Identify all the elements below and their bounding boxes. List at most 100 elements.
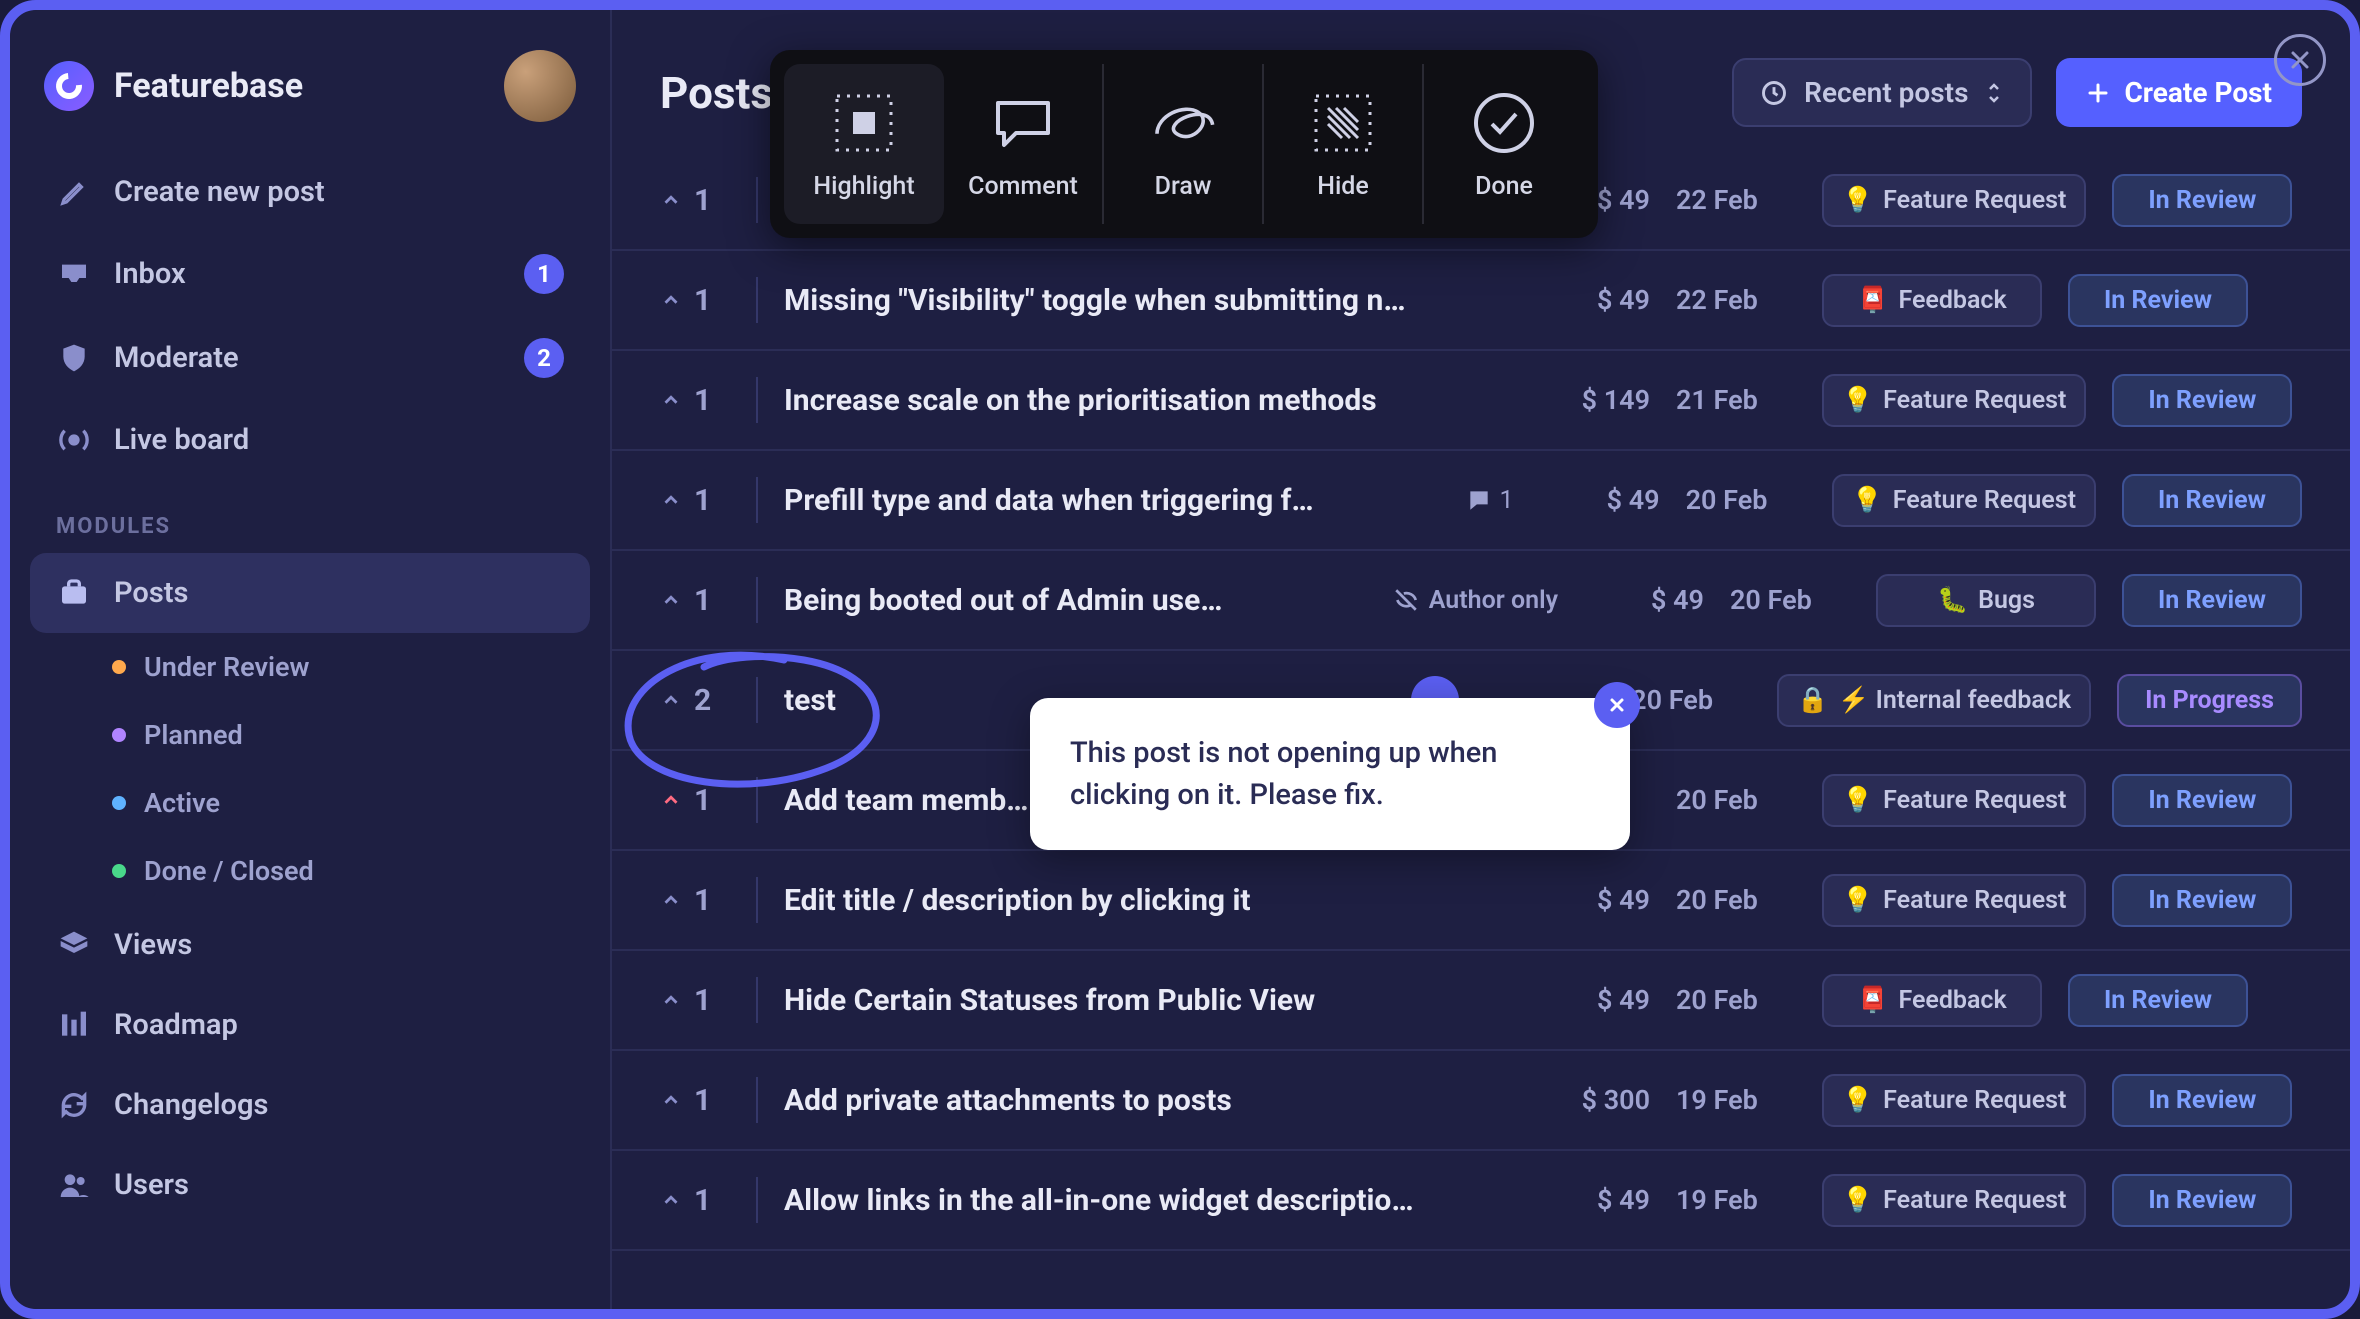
chevron-up-icon <box>660 289 682 311</box>
sidebar-item-views[interactable]: Views <box>30 905 590 985</box>
post-date: 20 Feb <box>1686 484 1806 516</box>
clock-icon <box>1760 79 1788 107</box>
create-post-button[interactable]: Create Post <box>2056 58 2302 127</box>
anno-hide[interactable]: Hide <box>1264 64 1424 224</box>
vote-control[interactable]: 1 <box>660 483 730 518</box>
post-status[interactable]: In Progress <box>2117 674 2302 727</box>
post-tag[interactable]: 💡Feature Request <box>1822 174 2086 227</box>
sidebar-sub-planned[interactable]: Planned <box>30 701 590 769</box>
tag-label: Feedback <box>1898 286 2006 315</box>
vote-count: 2 <box>694 683 711 718</box>
post-title: Hide Certain Statuses from Public View <box>784 983 1504 1018</box>
vote-control[interactable]: 1 <box>660 283 730 318</box>
sidebar-item-live-board[interactable]: Live board <box>30 400 590 480</box>
anno-done[interactable]: Done <box>1424 64 1584 224</box>
vote-control[interactable]: 1 <box>660 883 730 918</box>
anno-highlight[interactable]: Highlight <box>784 64 944 224</box>
chevron-up-icon <box>660 789 682 811</box>
create-new-post[interactable]: Create new post <box>30 152 590 232</box>
sidebar-item-users[interactable]: Users <box>30 1145 590 1225</box>
post-tag[interactable]: 💡Feature Request <box>1822 874 2086 927</box>
post-status[interactable]: In Review <box>2112 874 2292 927</box>
shield-icon <box>56 340 92 376</box>
post-status[interactable]: In Review <box>2068 274 2248 327</box>
vote-control[interactable]: 1 <box>660 783 730 818</box>
sidebar-item-inbox[interactable]: Inbox 1 <box>30 232 590 316</box>
modules-label: MODULES <box>30 480 590 553</box>
post-row[interactable]: 1 Add private attachments to posts $ 300… <box>612 1051 2350 1151</box>
chevron-up-icon <box>660 189 682 211</box>
post-row[interactable]: 1 Allow links in the all-in-one widget d… <box>612 1151 2350 1251</box>
post-tag[interactable]: 💡Feature Request <box>1822 774 2086 827</box>
post-status[interactable]: In Review <box>2112 174 2292 227</box>
vote-control[interactable]: 1 <box>660 183 730 218</box>
anno-draw[interactable]: Draw <box>1104 64 1264 224</box>
post-tag[interactable]: 🐛Bugs <box>1876 574 2096 627</box>
post-tag[interactable]: 💡Feature Request <box>1822 374 2086 427</box>
post-title: Missing "Visibility" toggle when submitt… <box>784 283 1504 318</box>
post-status[interactable]: In Review <box>2112 1074 2292 1127</box>
broadcast-icon <box>56 422 92 458</box>
post-status[interactable]: In Review <box>2112 774 2292 827</box>
post-row[interactable]: 1 Hide Certain Statuses from Public View… <box>612 951 2350 1051</box>
post-tag[interactable]: 📮Feedback <box>1822 974 2042 1027</box>
sidebar-item-roadmap[interactable]: Roadmap <box>30 985 590 1065</box>
sidebar-item-posts[interactable]: Posts <box>30 553 590 633</box>
post-status[interactable]: In Review <box>2122 474 2302 527</box>
post-status[interactable]: In Review <box>2068 974 2248 1027</box>
post-amount: $ 49 <box>1530 284 1650 316</box>
post-amount: $ 49 <box>1540 484 1660 516</box>
chevron-up-icon <box>660 989 682 1011</box>
tag-label: ⚡ Internal feedback <box>1838 686 2071 715</box>
sidebar-sub-active[interactable]: Active <box>30 769 590 837</box>
vote-control[interactable]: 1 <box>660 1083 730 1118</box>
chevron-up-icon <box>660 389 682 411</box>
sidebar-item-changelogs[interactable]: Changelogs <box>30 1065 590 1145</box>
popover-close-button[interactable] <box>1594 682 1640 728</box>
anno-comment[interactable]: Comment <box>944 64 1104 224</box>
tag-emoji-icon: 📮 <box>1857 986 1888 1015</box>
tag-emoji-icon: 💡 <box>1842 786 1873 815</box>
post-tag[interactable]: 💡Feature Request <box>1822 1074 2086 1127</box>
sidebar-sub-label: Planned <box>144 719 243 751</box>
sort-dropdown[interactable]: Recent posts <box>1732 58 2032 127</box>
post-status[interactable]: In Review <box>2112 1174 2292 1227</box>
vote-control[interactable]: 1 <box>660 983 730 1018</box>
close-frame-button[interactable] <box>2274 34 2326 86</box>
post-tag[interactable]: 💡Feature Request <box>1822 1174 2086 1227</box>
sidebar-item-label: Users <box>114 1168 189 1202</box>
comment-count: 1 <box>1466 486 1514 515</box>
status-dot-icon <box>112 728 126 742</box>
chevron-up-icon <box>660 689 682 711</box>
post-date: 19 Feb <box>1676 1184 1796 1216</box>
status-dot-icon <box>112 660 126 674</box>
avatar[interactable] <box>504 50 576 122</box>
vote-count: 1 <box>694 383 711 418</box>
author-only-badge: Author only <box>1393 586 1558 615</box>
post-row[interactable]: 1 Prefill type and data when triggering … <box>612 451 2350 551</box>
post-row[interactable]: 1 Being booted out of Admin use… Author … <box>612 551 2350 651</box>
vote-control[interactable]: 1 <box>660 383 730 418</box>
sidebar-sub-label: Active <box>144 787 220 819</box>
sidebar-item-moderate[interactable]: Moderate 2 <box>30 316 590 400</box>
vote-count: 1 <box>694 183 711 218</box>
post-tag[interactable]: 🔒⚡ Internal feedback <box>1777 674 2091 727</box>
vote-control[interactable]: 1 <box>660 1183 730 1218</box>
post-row[interactable]: 1 Increase scale on the prioritisation m… <box>612 351 2350 451</box>
vote-control[interactable]: 1 <box>660 583 730 618</box>
vote-control[interactable]: 2 <box>660 683 730 718</box>
chevron-up-icon <box>660 489 682 511</box>
post-status[interactable]: In Review <box>2122 574 2302 627</box>
sidebar-sub-done-closed[interactable]: Done / Closed <box>30 837 590 905</box>
sidebar-sub-under-review[interactable]: Under Review <box>30 633 590 701</box>
divider <box>756 1077 758 1123</box>
brand-logo-icon <box>44 61 94 111</box>
post-tag[interactable]: 📮Feedback <box>1822 274 2042 327</box>
post-tag[interactable]: 💡Feature Request <box>1832 474 2096 527</box>
tag-emoji-icon: 💡 <box>1842 1186 1873 1215</box>
tag-emoji-icon: 💡 <box>1842 386 1873 415</box>
post-row[interactable]: 1 Edit title / description by clicking i… <box>612 851 2350 951</box>
post-row[interactable]: 1 Missing "Visibility" toggle when submi… <box>612 251 2350 351</box>
post-status[interactable]: In Review <box>2112 374 2292 427</box>
vote-count: 1 <box>694 883 711 918</box>
